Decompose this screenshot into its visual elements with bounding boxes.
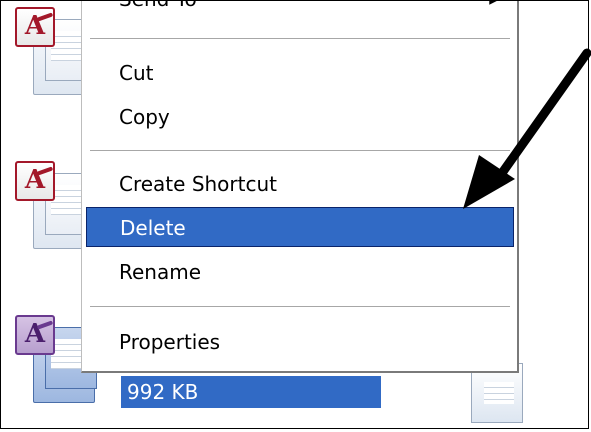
menu-separator [90, 38, 510, 40]
access-icon: A [15, 7, 55, 47]
access-icon: A [15, 161, 55, 201]
menu-item-label: Rename [119, 260, 202, 284]
menu-separator [90, 150, 510, 152]
file-size-label[interactable]: 992 KB [121, 376, 381, 408]
explorer-window: A A A 992 KB Send To ▶ Cut Copy Create S… [0, 0, 591, 429]
menu-item-create-shortcut[interactable]: Create Shortcut [86, 164, 514, 204]
submenu-arrow-icon: ▶ [489, 0, 500, 19]
menu-item-send-to[interactable]: Send To ▶ [86, 0, 514, 19]
menu-item-label: Send To [119, 0, 197, 11]
menu-item-label: Properties [119, 330, 221, 354]
menu-item-rename[interactable]: Rename [86, 252, 514, 292]
menu-item-copy[interactable]: Copy [86, 97, 514, 137]
menu-item-label: Cut [119, 61, 154, 85]
menu-item-properties[interactable]: Properties [86, 322, 514, 362]
menu-item-label: Delete [120, 216, 186, 240]
menu-item-cut[interactable]: Cut [86, 53, 514, 93]
menu-item-delete[interactable]: Delete [86, 207, 514, 247]
access-icon: A [15, 315, 55, 355]
menu-item-label: Copy [119, 105, 170, 129]
menu-separator [90, 306, 510, 308]
menu-item-label: Create Shortcut [119, 172, 277, 196]
context-menu: Send To ▶ Cut Copy Create Shortcut Delet… [81, 0, 519, 373]
